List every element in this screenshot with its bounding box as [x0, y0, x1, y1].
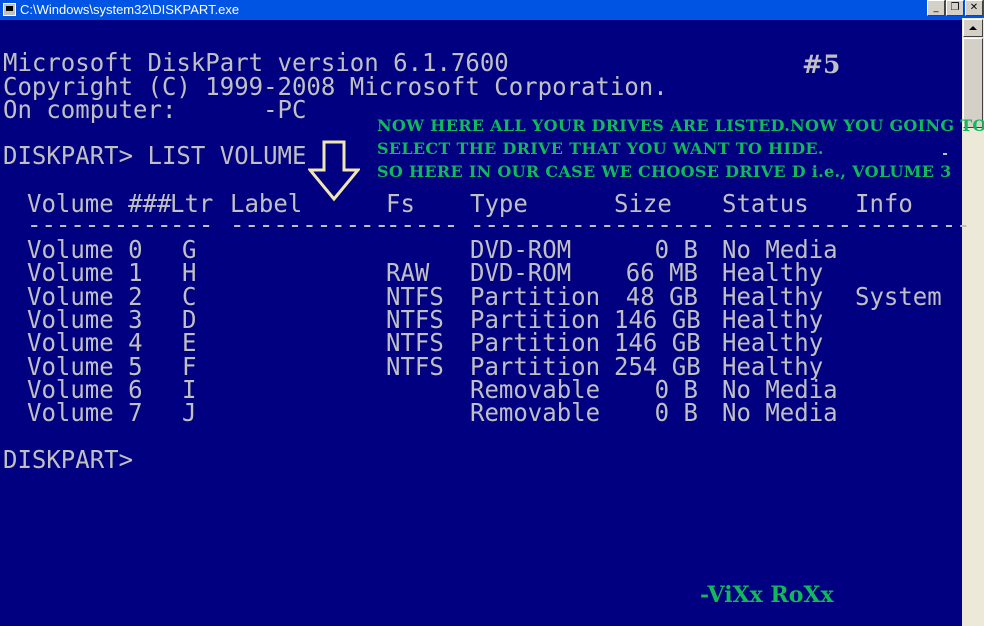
minimize-button[interactable]: _ — [927, 0, 945, 16]
divider-volume: ---------- — [27, 209, 172, 240]
scroll-up-button[interactable] — [963, 19, 983, 37]
cell-status: No Media — [722, 397, 838, 428]
divider-info: -------- — [855, 209, 971, 240]
scroll-thumb[interactable] — [963, 38, 983, 128]
divider-size: ------- — [614, 209, 716, 240]
close-button[interactable]: ✕ — [965, 0, 983, 16]
cell-size: 0 B — [654, 397, 698, 428]
cell-type: Removable — [470, 397, 601, 428]
restore-button[interactable]: ❐ — [946, 0, 964, 16]
divider-label: ----------- — [230, 209, 389, 240]
divider-type: ---------- — [470, 209, 615, 240]
window-titlebar[interactable]: C:\Windows\system32\DISKPART.exe — [0, 0, 984, 20]
window-title: C:\Windows\system32\DISKPART.exe — [20, 2, 240, 17]
divider-status: --------- — [722, 209, 853, 240]
note-line-1: NOW HERE ALL YOUR DRIVES ARE LISTED.NOW … — [377, 116, 984, 135]
console-app-icon — [3, 3, 16, 16]
cell-info: System — [855, 281, 942, 312]
author-signature: -ViXx RoXx — [700, 582, 834, 608]
diskpart-prompt[interactable]: DISKPART> — [3, 447, 133, 472]
note-line-3: SO HERE IN OUR CASE WE CHOOSE DRIVE D i.… — [377, 162, 952, 181]
down-arrow-icon — [308, 140, 360, 202]
step-number: #5 — [802, 50, 841, 79]
divider-ltr: --- — [170, 209, 214, 240]
computer-line: On computer: -PC — [3, 94, 307, 125]
cell-volume: Volume 7 — [27, 397, 143, 428]
cell-fs: NTFS — [386, 351, 444, 382]
vertical-scrollbar[interactable] — [962, 18, 984, 626]
note-line-2: SELECT THE DRIVE THAT YOU WANT TO HIDE. — [377, 139, 824, 158]
divider-fs: ----- — [386, 209, 459, 240]
cell-ltr: J — [182, 397, 197, 428]
command-line: DISKPART> LIST VOLUME — [3, 140, 307, 171]
text-cursor — [943, 153, 947, 155]
